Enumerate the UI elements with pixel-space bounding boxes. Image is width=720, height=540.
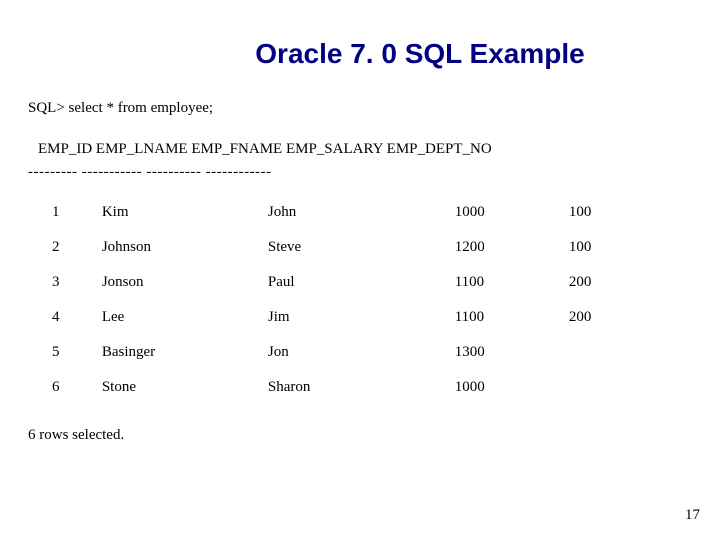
cell-emp-id: 6 <box>48 370 98 405</box>
cell-emp-dept <box>565 370 648 405</box>
cell-emp-fname: John <box>264 195 451 230</box>
cell-emp-salary: 1100 <box>451 265 565 300</box>
cell-emp-salary: 1300 <box>451 335 565 370</box>
cell-emp-dept: 100 <box>565 195 648 230</box>
cell-emp-id: 5 <box>48 335 98 370</box>
cell-emp-lname: Basinger <box>98 335 264 370</box>
cell-emp-dept: 200 <box>565 265 648 300</box>
cell-emp-fname: Jim <box>264 300 451 335</box>
cell-emp-fname: Jon <box>264 335 451 370</box>
cell-emp-salary: 1100 <box>451 300 565 335</box>
cell-emp-fname: Sharon <box>264 370 451 405</box>
cell-emp-lname: Kim <box>98 195 264 230</box>
table-row: 3JonsonPaul1100200 <box>48 265 648 300</box>
cell-emp-lname: Stone <box>98 370 264 405</box>
cell-emp-dept <box>565 335 648 370</box>
cell-emp-id: 2 <box>48 230 98 265</box>
slide-title: Oracle 7. 0 SQL Example <box>0 0 720 70</box>
column-headers: EMP_ID EMP_LNAME EMP_FNAME EMP_SALARY EM… <box>38 141 692 158</box>
content-area: SQL> select * from employee; EMP_ID EMP_… <box>0 70 720 444</box>
cell-emp-lname: Jonson <box>98 265 264 300</box>
table-row: 2JohnsonSteve1200100 <box>48 230 648 265</box>
cell-emp-id: 4 <box>48 300 98 335</box>
cell-emp-salary: 1000 <box>451 195 565 230</box>
table-row: 5BasingerJon1300 <box>48 335 648 370</box>
cell-emp-fname: Steve <box>264 230 451 265</box>
sql-prompt: SQL> select * from employee; <box>28 100 692 117</box>
rows-selected-text: 6 rows selected. <box>28 427 692 444</box>
cell-emp-dept: 200 <box>565 300 648 335</box>
cell-emp-id: 3 <box>48 265 98 300</box>
separator-line: --------- ----------- ---------- -------… <box>28 164 692 181</box>
table-row: 4LeeJim1100200 <box>48 300 648 335</box>
cell-emp-dept: 100 <box>565 230 648 265</box>
cell-emp-lname: Lee <box>98 300 264 335</box>
table-row: 6StoneSharon1000 <box>48 370 648 405</box>
cell-emp-id: 1 <box>48 195 98 230</box>
cell-emp-salary: 1200 <box>451 230 565 265</box>
table-row: 1KimJohn1000100 <box>48 195 648 230</box>
result-table: 1KimJohn10001002JohnsonSteve12001003Jons… <box>48 195 648 405</box>
cell-emp-salary: 1000 <box>451 370 565 405</box>
cell-emp-fname: Paul <box>264 265 451 300</box>
page-number: 17 <box>685 507 700 524</box>
cell-emp-lname: Johnson <box>98 230 264 265</box>
